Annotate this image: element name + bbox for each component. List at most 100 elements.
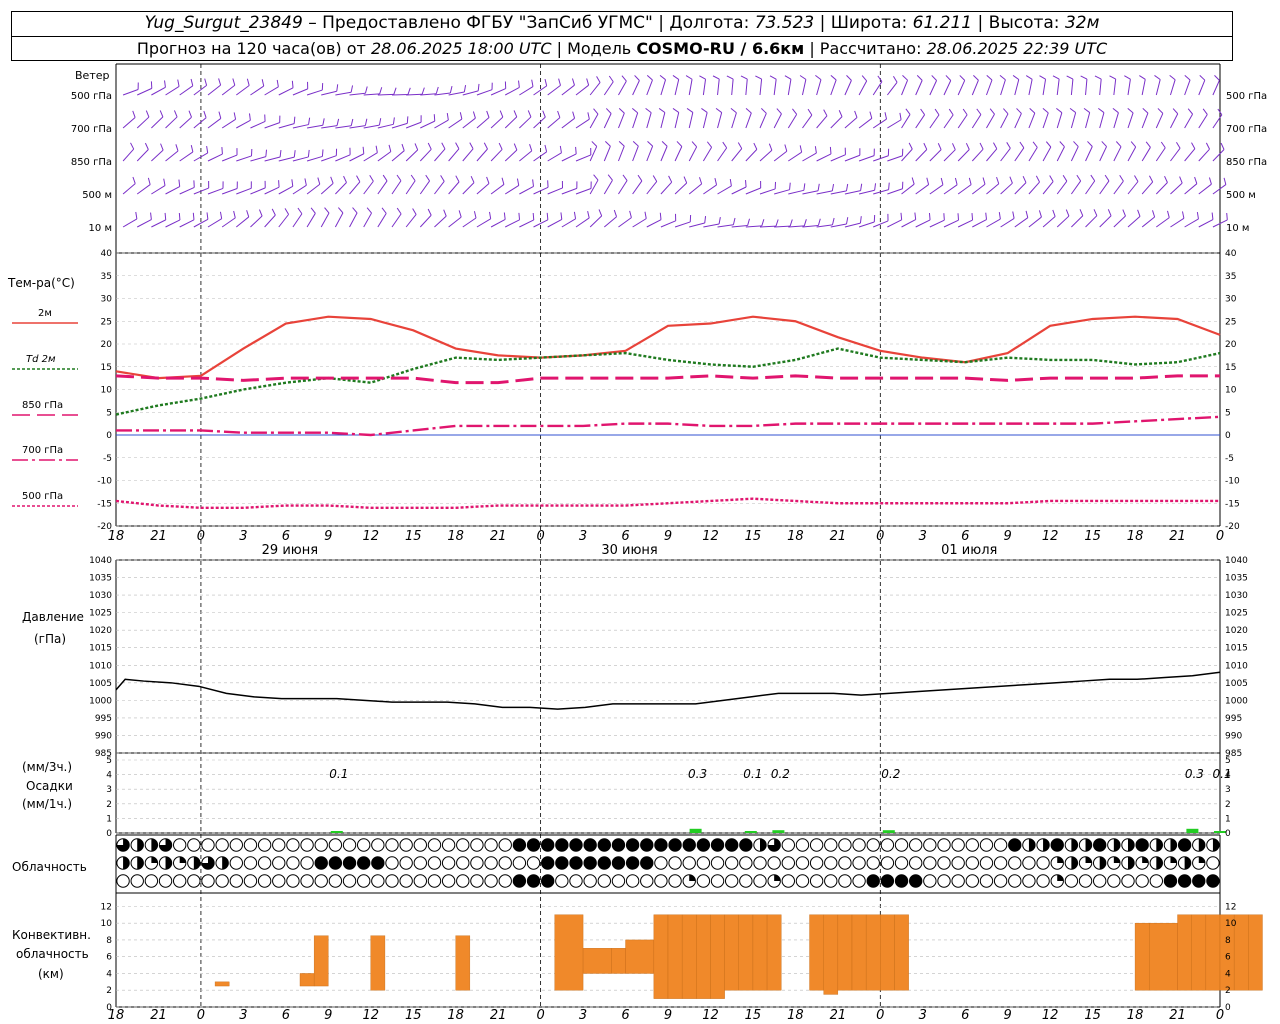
pressure-tick-label: 1020	[1225, 626, 1248, 636]
wind-barb	[887, 219, 902, 228]
wind-barb	[1029, 107, 1036, 114]
pressure-tick-label: 1035	[89, 574, 112, 584]
pressure-line	[115, 671, 1221, 710]
wind-barb	[989, 108, 995, 115]
cloud-symbol	[852, 838, 866, 852]
wind-barb	[1113, 215, 1126, 228]
wind-barb	[136, 149, 149, 162]
time-tick-label: 21	[1169, 529, 1186, 544]
wind-barb	[802, 114, 813, 129]
time-tick-label: 12	[362, 1008, 379, 1023]
wind-barb	[901, 114, 911, 129]
wind-barb	[165, 86, 180, 96]
wind-barb	[1083, 108, 1090, 113]
wind-barb	[859, 216, 862, 224]
wind-barb	[350, 85, 354, 93]
cloud-symbol-fill	[689, 874, 696, 881]
cloud-symbol	[951, 874, 965, 888]
cloud-symbol	[215, 874, 229, 888]
wind-barb	[1003, 108, 1009, 115]
wind-barb	[434, 148, 446, 162]
wind-barb	[1070, 79, 1074, 96]
cloud-symbol	[951, 838, 965, 852]
wind-barb	[745, 112, 752, 129]
wind-barb	[547, 218, 563, 228]
wind-level-label: 10 м	[89, 223, 112, 234]
wind-barb	[945, 75, 952, 81]
wind-barb	[1085, 146, 1093, 162]
wind-barb	[674, 112, 680, 129]
wind-barb	[948, 108, 954, 116]
time-tick-label: 9	[1004, 1008, 1012, 1023]
cloud-symbol	[710, 874, 725, 888]
precip-data-label: 0.2	[881, 767, 900, 781]
wind-barb	[490, 219, 506, 228]
cloud-symbol-fill	[1198, 838, 1205, 852]
time-tick-label: 3	[579, 1008, 587, 1023]
wind-barb	[928, 212, 931, 220]
wind-barb	[982, 177, 986, 185]
cloud-symbol	[526, 856, 541, 870]
wind-barb	[561, 218, 576, 228]
conv-bar	[1134, 922, 1150, 991]
wind-barb	[335, 125, 352, 129]
precip-data-label: 0.1	[329, 767, 348, 781]
wind-barb	[233, 112, 237, 120]
wind-barb	[1127, 181, 1139, 195]
wind-barb	[622, 174, 628, 181]
wind-barb	[476, 148, 488, 162]
wind-barb	[873, 155, 889, 162]
wind-barb	[1016, 108, 1022, 114]
wind-barb	[462, 217, 477, 228]
wind-barb	[192, 212, 195, 220]
wind-barb	[915, 149, 928, 162]
wind-barb	[291, 179, 294, 187]
wind-level-label: 850 гПа	[71, 157, 112, 168]
wind-barb	[462, 117, 476, 129]
wind-barb	[575, 84, 589, 96]
wind-barb	[391, 122, 408, 129]
wind-barb	[349, 181, 361, 195]
cloud-symbol	[852, 856, 866, 870]
cloud-symbol	[611, 874, 626, 888]
temp-tick-label: -10	[97, 477, 112, 487]
cloud-symbol-fill	[151, 838, 158, 852]
wind-barb	[1184, 148, 1196, 162]
legend-td: Td 2м	[26, 354, 56, 365]
wind-barb	[547, 152, 562, 162]
wind-barb	[532, 212, 535, 221]
wind-barb	[603, 146, 611, 162]
cloud-symbol	[965, 856, 980, 870]
wind-barb	[219, 211, 223, 219]
wind-barb	[559, 145, 562, 153]
wind-barb	[264, 86, 279, 96]
wind-barb	[911, 177, 915, 185]
wind-barb	[336, 84, 339, 92]
wind-barb	[747, 218, 750, 226]
time-tick-label: 15	[1084, 529, 1101, 544]
temp-series-line	[115, 347, 1221, 416]
cloud-symbol	[781, 856, 796, 870]
wind-barb	[931, 75, 937, 81]
cloud-symbol	[937, 838, 951, 852]
temp-tick-label: 5	[1225, 408, 1231, 418]
time-tick-label: 21	[830, 529, 847, 544]
wind-level-label: 500 м	[1226, 190, 1256, 201]
wind-barb	[1085, 112, 1091, 129]
wind-barb	[236, 119, 251, 129]
cloud-symbol	[1092, 874, 1107, 888]
wind-barb	[784, 75, 792, 80]
wind-barb	[1155, 79, 1161, 96]
date-label: 01 июля	[941, 543, 997, 558]
wind-barb	[674, 221, 691, 228]
wind-barb	[658, 108, 666, 113]
conv-bar	[865, 914, 881, 991]
wind-barb	[278, 87, 294, 96]
cloud-symbol	[1008, 874, 1022, 888]
wind-barb	[284, 208, 290, 215]
cloud-symbol-fill	[760, 838, 767, 852]
time-tick-label: 0	[1216, 529, 1224, 544]
wind-barb	[954, 177, 958, 185]
wind-barb	[603, 113, 612, 129]
pressure-unit: (гПа)	[34, 632, 66, 646]
